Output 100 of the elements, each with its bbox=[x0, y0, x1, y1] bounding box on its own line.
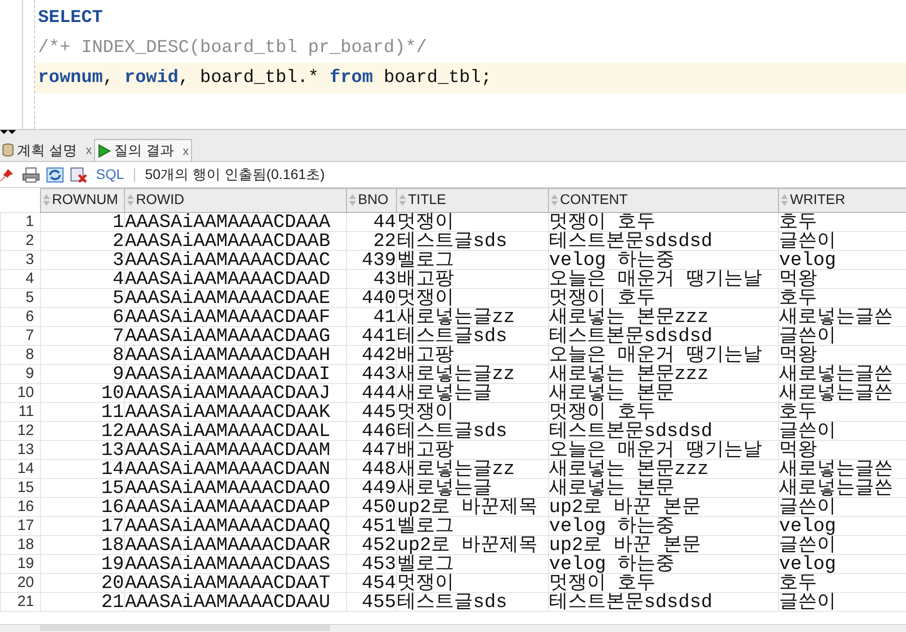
table-cell: 테스트글sds bbox=[396, 421, 548, 440]
table-cell: 15 bbox=[40, 478, 124, 497]
table-cell: 13 bbox=[40, 440, 124, 459]
tab[interactable]: 질의 결과 x bbox=[94, 139, 192, 161]
row-number: 7 bbox=[0, 326, 40, 345]
column-header[interactable]: WRITER bbox=[778, 188, 906, 212]
table-cell: 12 bbox=[40, 421, 124, 440]
table-cell: 10 bbox=[40, 383, 124, 402]
table-cell: 호두 bbox=[778, 212, 906, 231]
table-cell: 멋쟁이 bbox=[396, 402, 548, 421]
table-cell: up2로 바꾼 본문 bbox=[548, 535, 778, 554]
column-header[interactable]: ROWNUM bbox=[40, 188, 124, 212]
table-cell: 442 bbox=[346, 345, 396, 364]
table-cell: 호두 bbox=[778, 402, 906, 421]
table-cell: 새로넣는 본문 bbox=[548, 478, 778, 497]
table-cell: 새로넣는 본문zzz bbox=[548, 307, 778, 326]
table-cell: AAASAiAAMAAAACDAAJ bbox=[124, 383, 346, 402]
refresh-icon[interactable] bbox=[46, 166, 64, 182]
table-cell: AAASAiAAMAAAACDAAT bbox=[124, 573, 346, 592]
table-cell: AAASAiAAMAAAACDAAG bbox=[124, 326, 346, 345]
scrollbar-thumb[interactable] bbox=[40, 625, 330, 631]
table-cell: 새로넣는 본문zzz bbox=[548, 459, 778, 478]
table-cell: 18 bbox=[40, 535, 124, 554]
table-cell: up2로 바꾼제목 bbox=[396, 497, 548, 516]
table-cell: 먹왕 bbox=[778, 440, 906, 459]
table-cell: 배고팡 bbox=[396, 345, 548, 364]
table-cell: AAASAiAAMAAAACDAAL bbox=[124, 421, 346, 440]
close-icon[interactable]: x bbox=[182, 142, 189, 160]
table-cell: 6 bbox=[40, 307, 124, 326]
table-cell: AAASAiAAMAAAACDAAI bbox=[124, 364, 346, 383]
sort-icon bbox=[551, 194, 558, 206]
table-cell: 41 bbox=[346, 307, 396, 326]
column-header[interactable]: CONTENT bbox=[548, 188, 778, 212]
table-cell: AAASAiAAMAAAACDAAB bbox=[124, 231, 346, 250]
row-number: 10 bbox=[0, 383, 40, 402]
table-cell: AAASAiAAMAAAACDAAE bbox=[124, 288, 346, 307]
table-cell: AAASAiAAMAAAACDAAM bbox=[124, 440, 346, 459]
table-cell: 14 bbox=[40, 459, 124, 478]
table-cell: 테스트본문sdsdsd bbox=[548, 421, 778, 440]
row-number: 4 bbox=[0, 269, 40, 288]
column-header[interactable]: BNO bbox=[346, 188, 396, 212]
table-cell: 새로넣는글zz bbox=[396, 459, 548, 478]
table-cell: 새로넣는글 bbox=[396, 383, 548, 402]
sort-icon bbox=[399, 194, 406, 206]
delete-icon[interactable] bbox=[70, 166, 88, 182]
collapse-icon[interactable] bbox=[0, 130, 16, 136]
row-number: 18 bbox=[0, 535, 40, 554]
printer-icon[interactable] bbox=[22, 166, 40, 182]
code-line: /*+ INDEX_DESC(board_tbl pr_board)*/ bbox=[37, 37, 428, 60]
table-cell: 19 bbox=[40, 554, 124, 573]
table-cell: AAASAiAAMAAAACDAAR bbox=[124, 535, 346, 554]
table-cell: AAASAiAAMAAAACDAAU bbox=[124, 592, 346, 611]
table-cell: 449 bbox=[346, 478, 396, 497]
table-cell: AAASAiAAMAAAACDAAP bbox=[124, 497, 346, 516]
table-cell: 새로넣는글zz bbox=[396, 364, 548, 383]
row-number: 14 bbox=[0, 459, 40, 478]
row-number: 9 bbox=[0, 364, 40, 383]
row-number: 19 bbox=[0, 554, 40, 573]
row-number: 21 bbox=[0, 592, 40, 611]
table-cell: 새로넣는글zz bbox=[396, 307, 548, 326]
table-cell: 글쓴이 bbox=[778, 421, 906, 440]
table-cell: 450 bbox=[346, 497, 396, 516]
table-cell: 멋쟁이 호두 bbox=[548, 288, 778, 307]
table-cell: 5 bbox=[40, 288, 124, 307]
table-cell: velog bbox=[778, 554, 906, 573]
table-cell: 먹왕 bbox=[778, 269, 906, 288]
table-cell: 테스트본문sdsdsd bbox=[548, 326, 778, 345]
table-cell: 멋쟁이 bbox=[396, 212, 548, 231]
table-cell: 448 bbox=[346, 459, 396, 478]
table-cell: 444 bbox=[346, 383, 396, 402]
sort-icon bbox=[43, 194, 50, 206]
table-cell: 446 bbox=[346, 421, 396, 440]
table-cell: 테스트글sds bbox=[396, 326, 548, 345]
row-number: 3 bbox=[0, 250, 40, 269]
table-cell: AAASAiAAMAAAACDAAH bbox=[124, 345, 346, 364]
pin-icon[interactable] bbox=[0, 168, 14, 182]
table-cell: 445 bbox=[346, 402, 396, 421]
row-number: 8 bbox=[0, 345, 40, 364]
table-cell: 새로넣는글 bbox=[396, 478, 548, 497]
table-cell: AAASAiAAMAAAACDAAC bbox=[124, 250, 346, 269]
table-cell: AAASAiAAMAAAACDAAN bbox=[124, 459, 346, 478]
row-number: 17 bbox=[0, 516, 40, 535]
table-cell: 453 bbox=[346, 554, 396, 573]
column-header[interactable]: TITLE bbox=[396, 188, 548, 212]
table-cell: 새로넣는글쓴 bbox=[778, 307, 906, 326]
column-header[interactable]: ROWID bbox=[124, 188, 346, 212]
table-cell: 440 bbox=[346, 288, 396, 307]
table-cell: 4 bbox=[40, 269, 124, 288]
table-cell: 벨로그 bbox=[396, 250, 548, 269]
tab[interactable]: 계획 설명 x bbox=[0, 139, 94, 161]
close-icon[interactable]: x bbox=[86, 141, 92, 159]
table-cell: 멋쟁이 호두 bbox=[548, 212, 778, 231]
row-number: 6 bbox=[0, 307, 40, 326]
sql-link[interactable]: SQL bbox=[96, 164, 124, 185]
table-cell: AAASAiAAMAAAACDAAF bbox=[124, 307, 346, 326]
table-cell: 새로넣는 본문 bbox=[548, 383, 778, 402]
table-cell: velog 하는중 bbox=[548, 250, 778, 269]
table-cell: 452 bbox=[346, 535, 396, 554]
table-cell: 1 bbox=[40, 212, 124, 231]
table-cell: 배고팡 bbox=[396, 440, 548, 459]
